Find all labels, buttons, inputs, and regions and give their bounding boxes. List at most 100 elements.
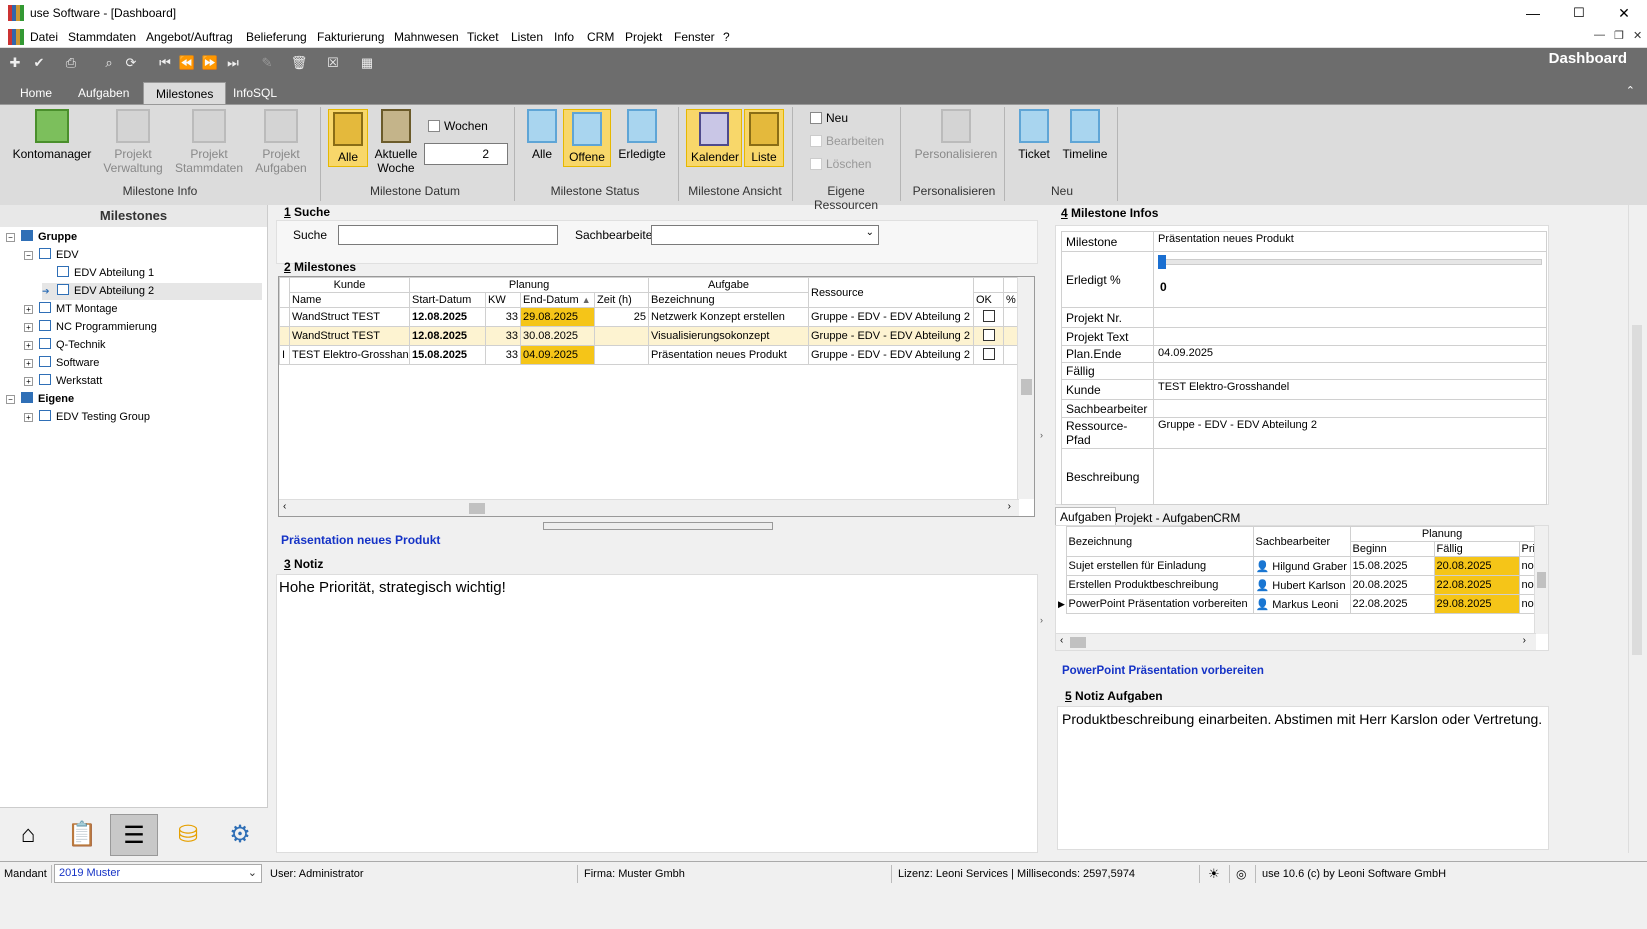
- selected-milestone-link[interactable]: Präsentation neues Produkt: [281, 533, 440, 547]
- tree-node[interactable]: − Eigene: [6, 391, 262, 408]
- tree-node[interactable]: EDV Abteilung 1: [42, 265, 262, 282]
- tree-node[interactable]: + EDV Testing Group: [24, 409, 262, 426]
- ok-checkbox[interactable]: [982, 328, 995, 341]
- column-ok[interactable]: OK: [973, 292, 1004, 308]
- expand-icon[interactable]: +: [24, 413, 33, 422]
- ok-checkbox[interactable]: [982, 347, 995, 360]
- table-row[interactable]: Sujet erstellen für Einladung 👤 Hilgund G…: [1056, 556, 1535, 576]
- home-nav-icon[interactable]: ⌂: [4, 814, 52, 856]
- projekt-aufgaben-button[interactable]: Projekt Aufgaben: [252, 109, 310, 175]
- column-aufgabe-sachbearbeiter[interactable]: Sachbearbeiter: [1252, 526, 1351, 557]
- first-record-icon[interactable]: ⏮: [156, 54, 174, 72]
- collapse-icon[interactable]: −: [6, 233, 15, 242]
- table-row[interactable]: WandStruct TEST 12.08.2025 33 29.08.2025 25 N…: [279, 307, 1020, 327]
- cell-aufgabe-prio[interactable]: nor: [1518, 556, 1535, 576]
- cell-name[interactable]: WandStruct TEST: [289, 326, 410, 346]
- column-aufgabe-bezeichnung[interactable]: Bezeichnung: [1065, 526, 1254, 557]
- scroll-thumb[interactable]: [1021, 379, 1032, 395]
- minimize-button[interactable]: —: [1510, 0, 1556, 26]
- sun-icon[interactable]: ☀: [1204, 865, 1230, 883]
- slider-track[interactable]: [1160, 259, 1542, 265]
- tab-home[interactable]: Home: [8, 82, 64, 104]
- cancel-icon[interactable]: ☒: [324, 54, 342, 72]
- aktuelle-woche-button[interactable]: Aktuelle Woche: [372, 109, 420, 175]
- cell-end-datum[interactable]: 04.09.2025: [520, 345, 595, 365]
- mdi-close-icon[interactable]: ✕: [1633, 29, 1642, 42]
- cell-name[interactable]: TEST Elektro-Grosshandel: [289, 345, 410, 365]
- next-record-icon[interactable]: ⏩: [201, 54, 219, 72]
- loeschen-button[interactable]: Löschen: [810, 157, 871, 171]
- sachbearbeiter-select[interactable]: ⌄: [651, 225, 879, 245]
- collapse-icon[interactable]: −: [24, 251, 33, 260]
- cell-end-datum[interactable]: 30.08.2025: [520, 326, 595, 346]
- table-row[interactable]: ITEST Elektro-Grosshandel15.08.20253304.…: [279, 345, 1020, 365]
- column-zeit[interactable]: Zeit (h): [594, 292, 649, 308]
- cell-name[interactable]: WandStruct TEST: [289, 307, 410, 327]
- mdi-minimize-icon[interactable]: —: [1594, 29, 1605, 41]
- mandant-select[interactable]: 2019 Muster ⌄: [54, 864, 262, 883]
- datum-alle-button[interactable]: Alle: [328, 109, 368, 167]
- check-icon[interactable]: ✔: [30, 54, 48, 72]
- scroll-right-icon[interactable]: ›: [1008, 501, 1011, 512]
- tree-node[interactable]: − Gruppe: [6, 229, 262, 246]
- expand-icon[interactable]: +: [24, 323, 33, 332]
- kontomanager-button[interactable]: Kontomanager: [12, 109, 92, 161]
- tree-node[interactable]: ➔ EDV Abteilung 2: [42, 283, 262, 300]
- notiz-aufgaben-textarea[interactable]: Produktbeschreibung einarbeiten. Abstime…: [1057, 706, 1549, 850]
- liste-button[interactable]: Liste: [744, 109, 784, 167]
- refresh-icon[interactable]: ⟳: [122, 54, 140, 72]
- column-start-datum[interactable]: Start-Datum: [409, 292, 486, 308]
- splitter-handle[interactable]: [543, 522, 773, 530]
- list-nav-icon[interactable]: ☰: [110, 814, 158, 856]
- column-name[interactable]: Name: [289, 292, 410, 308]
- cell-ressource[interactable]: Gruppe - EDV - EDV Abteilung 2: [808, 307, 974, 327]
- hscroll-thumb[interactable]: [469, 503, 485, 514]
- menu-crm[interactable]: CRM: [587, 30, 614, 44]
- clipboard-nav-icon[interactable]: 📋: [58, 814, 106, 856]
- menu-listen[interactable]: Listen: [511, 30, 543, 44]
- cell-zeit[interactable]: [594, 326, 649, 346]
- wochen-option[interactable]: Wochen: [428, 119, 488, 133]
- milestones-vscrollbar[interactable]: [1017, 277, 1034, 499]
- cell-bezeichnung[interactable]: Präsentation neues Produkt: [648, 345, 809, 365]
- ok-checkbox[interactable]: [982, 309, 995, 322]
- menu-help[interactable]: ?: [723, 30, 730, 44]
- cell-zeit[interactable]: [594, 345, 649, 365]
- status-erledigte-button[interactable]: Erledigte: [616, 109, 668, 161]
- cell-ressource[interactable]: Gruppe - EDV - EDV Abteilung 2: [808, 345, 974, 365]
- cell-aufgabe-beginn[interactable]: 15.08.2025: [1349, 556, 1435, 576]
- aufgaben-vscrollbar[interactable]: [1534, 526, 1548, 634]
- subtab-aufgaben[interactable]: Aufgaben: [1055, 507, 1117, 526]
- maximize-button[interactable]: ☐: [1556, 0, 1602, 26]
- hscroll-thumb[interactable]: [1070, 637, 1086, 648]
- cell-end-datum[interactable]: 29.08.2025: [520, 307, 595, 327]
- timeline-button[interactable]: Timeline: [1058, 109, 1112, 161]
- projekt-verwaltung-button[interactable]: Projekt Verwaltung: [100, 109, 166, 175]
- close-button[interactable]: ✕: [1601, 0, 1647, 26]
- search-icon[interactable]: ⌕: [100, 54, 118, 72]
- menu-info[interactable]: Info: [554, 30, 574, 44]
- collapse-ribbon-icon[interactable]: ⌃: [1626, 84, 1635, 97]
- milestones-hscrollbar[interactable]: ‹ ›: [279, 499, 1019, 516]
- status-offene-button[interactable]: Offene: [563, 109, 611, 167]
- ticket-button[interactable]: Ticket: [1012, 109, 1056, 161]
- wochen-spinner[interactable]: 2: [424, 143, 508, 165]
- cell-aufgabe-beginn[interactable]: 20.08.2025: [1349, 575, 1435, 595]
- cell-aufgabe-bezeichnung[interactable]: PowerPoint Präsentation vorbereiten: [1065, 594, 1254, 614]
- cell-aufgabe-faellig[interactable]: 20.08.2025: [1433, 556, 1520, 576]
- cell-zeit[interactable]: 25: [594, 307, 649, 327]
- menu-datei[interactable]: Datei: [30, 30, 58, 44]
- tree-node[interactable]: + MT Montage: [24, 301, 262, 318]
- cell-aufgabe-faellig[interactable]: 22.08.2025: [1433, 575, 1520, 595]
- column-aufgabe-prio[interactable]: Pri: [1518, 541, 1535, 557]
- cell-bezeichnung[interactable]: Netzwerk Konzept erstellen: [648, 307, 809, 327]
- tab-aufgaben[interactable]: Aufgaben: [66, 82, 141, 104]
- previous-record-icon[interactable]: ⏪: [178, 54, 196, 72]
- expand-icon[interactable]: +: [24, 359, 33, 368]
- cell-ressource[interactable]: Gruppe - EDV - EDV Abteilung 2: [808, 326, 974, 346]
- page-scroll-thumb[interactable]: [1632, 325, 1642, 655]
- column-kw[interactable]: KW: [485, 292, 521, 308]
- tab-milestones[interactable]: Milestones: [143, 82, 227, 104]
- notiz-textarea[interactable]: Hohe Priorität, strategisch wichtig!: [276, 574, 1038, 853]
- projekt-stammdaten-button[interactable]: Projekt Stammdaten: [173, 109, 245, 175]
